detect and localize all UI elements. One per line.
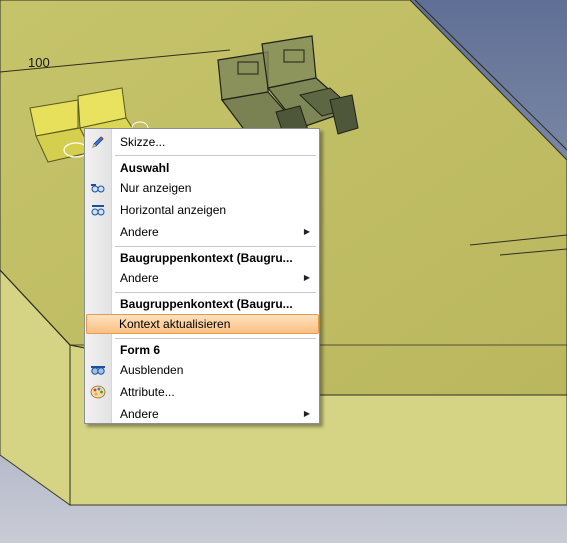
submenu-arrow-icon: ▶ xyxy=(303,227,310,236)
menu-header-baugruppenkontext-1: Baugruppenkontext (Baugru... xyxy=(120,251,293,265)
menu-header-auswahl: Auswahl xyxy=(120,161,170,175)
submenu-arrow-icon: ▶ xyxy=(303,409,310,418)
hide-icon xyxy=(91,366,105,375)
menu-item-kontext-aktualisieren[interactable]: Kontext aktualisieren xyxy=(86,314,319,334)
menu-item-andere-1[interactable]: Andere ▶ xyxy=(87,222,317,242)
menu-header-baugruppenkontext-2: Baugruppenkontext (Baugru... xyxy=(120,297,293,311)
menu-item-nur-anzeigen[interactable]: Nur anzeigen xyxy=(87,178,317,198)
pencil-icon xyxy=(92,136,104,148)
menu-item-ausblenden[interactable]: Ausblenden xyxy=(87,360,317,380)
menu-item-andere-3[interactable]: Andere ▶ xyxy=(87,404,317,424)
show-horizontal-icon xyxy=(91,205,105,216)
dimension-label: 100 xyxy=(28,55,50,70)
menu-item-attribute[interactable]: Attribute... xyxy=(87,382,317,402)
context-menu[interactable]: Skizze... Auswahl Nur anzeigen Horizonta… xyxy=(84,128,320,424)
menu-item-skizze[interactable]: Skizze... xyxy=(87,132,317,152)
palette-icon xyxy=(90,385,106,399)
menu-item-andere-2[interactable]: Andere ▶ xyxy=(87,268,317,288)
menu-item-horizontal-anzeigen[interactable]: Horizontal anzeigen xyxy=(87,200,317,220)
menu-separator xyxy=(115,155,316,157)
menu-header-form-6: Form 6 xyxy=(120,343,161,357)
submenu-arrow-icon: ▶ xyxy=(303,273,310,282)
show-only-icon xyxy=(91,184,105,193)
